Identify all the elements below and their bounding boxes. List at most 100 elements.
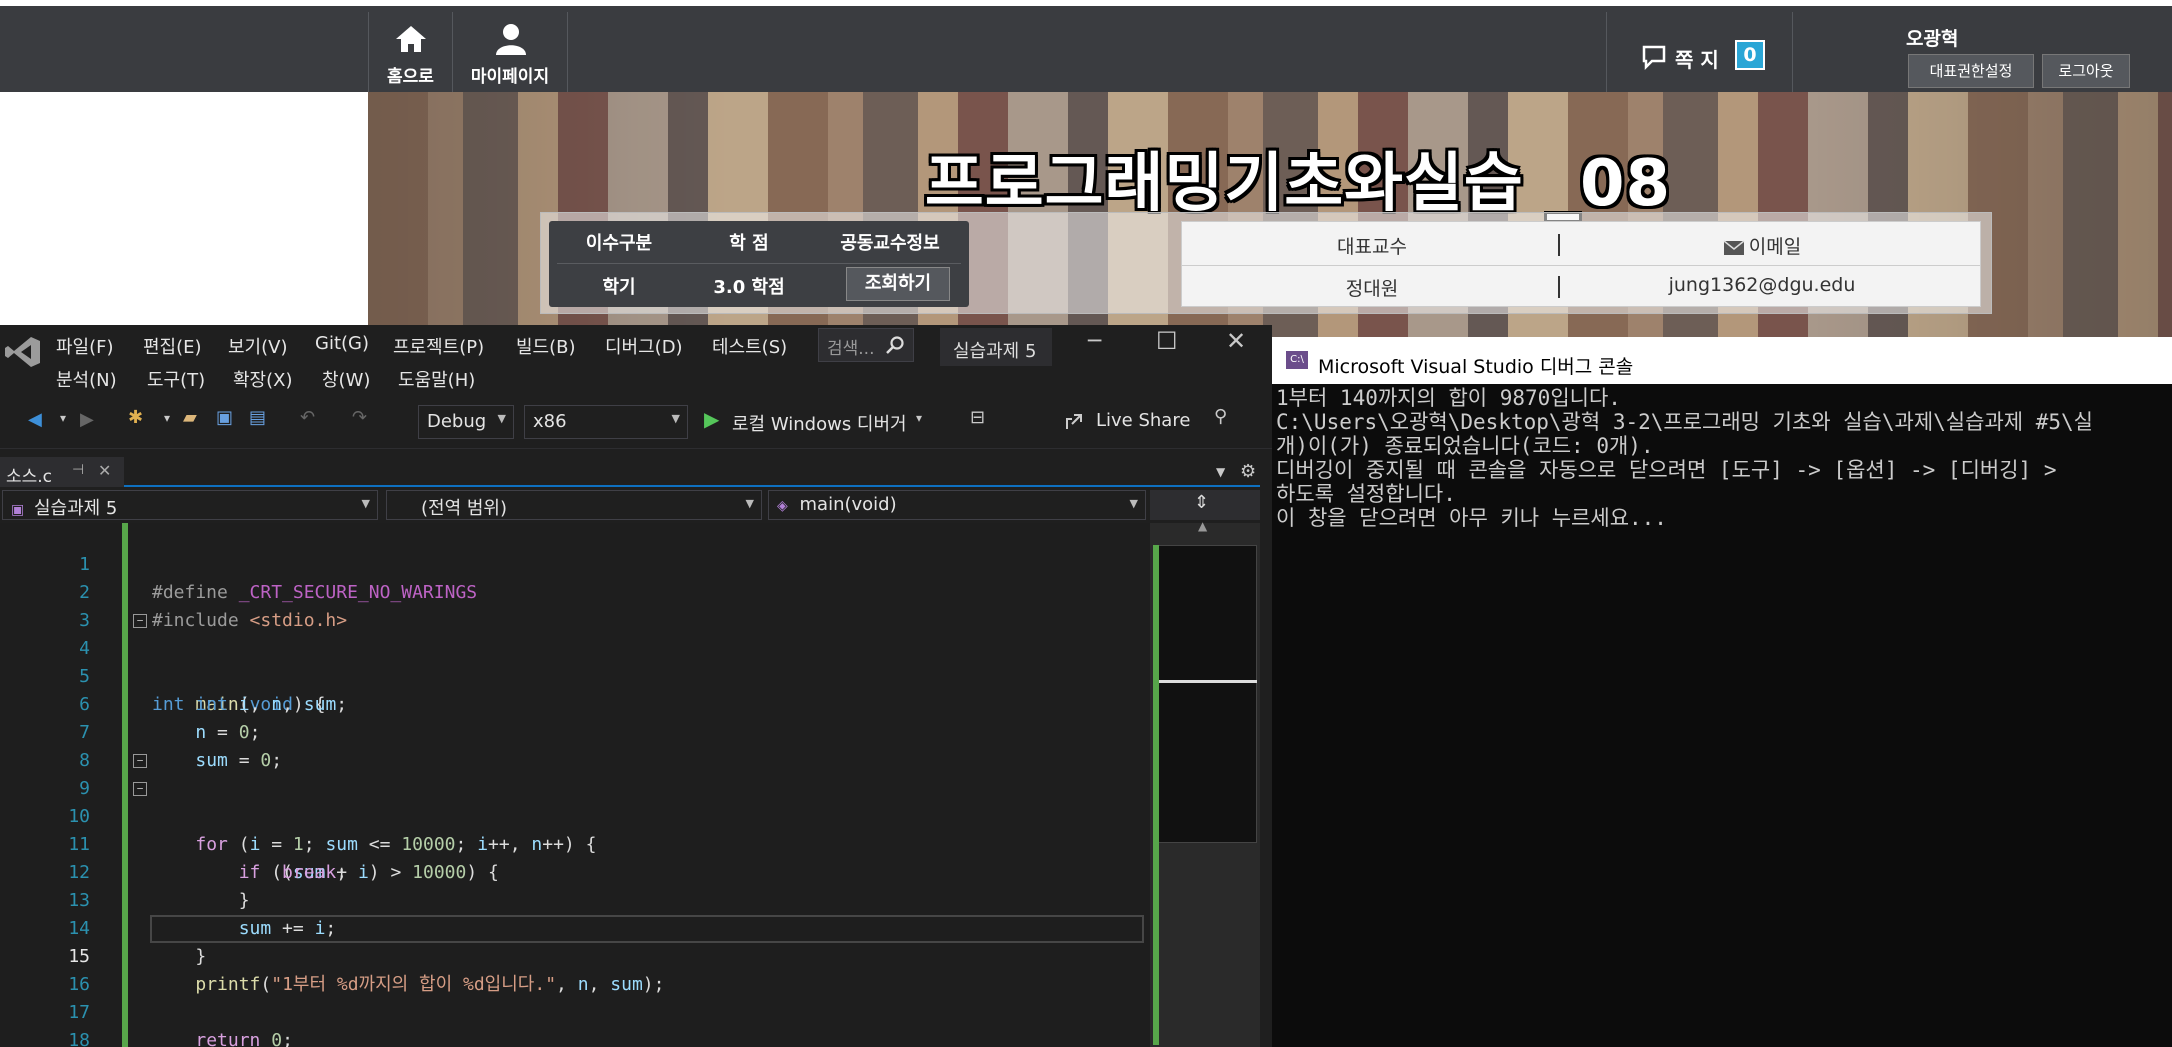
menu-tools[interactable]: 도구(T) — [147, 366, 205, 392]
menu-help[interactable]: 도움말(H) — [398, 366, 475, 392]
scope-nav-value: (전역 범위) — [421, 498, 508, 519]
solution-name: 실습과제 5 — [953, 341, 1037, 362]
member-navigation-select[interactable]: ◈ main(void) ▼ — [768, 490, 1146, 520]
console-title-bar: C:\ Microsoft Visual Studio 디버그 콘솔 — [1272, 340, 2172, 384]
code-line: 12 } — [68, 862, 250, 911]
feedback-icon[interactable]: ⚲ — [1214, 406, 1227, 427]
scope-navigation-select[interactable]: (전역 범위) ▼ — [386, 490, 762, 520]
project-nav-value: 실습과제 5 — [33, 498, 118, 519]
scroll-up-icon[interactable]: ▲ — [1198, 519, 1207, 533]
rep-permission-button[interactable]: 대표권한설정 — [1908, 54, 2034, 88]
run-dropdown-icon[interactable]: ▾ — [916, 411, 922, 425]
device-icon[interactable]: ⊟ — [970, 407, 985, 428]
home-label: 홈으로 — [387, 67, 434, 87]
code-line: 10 − if ((sum + i) > 10000) { — [68, 782, 499, 883]
code-line: 14 } — [68, 918, 207, 967]
collapse-icon[interactable]: − — [133, 754, 147, 768]
undo-icon[interactable]: ↶ — [300, 407, 315, 428]
live-share-button[interactable]: Live Share — [1096, 410, 1190, 431]
mypage-button[interactable]: 마이페이지 — [452, 12, 568, 98]
new-item-icon[interactable]: ✱ — [128, 407, 143, 428]
message-count-badge: 0 — [1735, 40, 1765, 70]
document-tab-strip: 소스.c ⊣ ✕ ▼ ⚙ — [0, 457, 1260, 487]
debug-console-window: C:\ Microsoft Visual Studio 디버그 콘솔 1부터 1… — [1272, 340, 2172, 1047]
email-header: 이메일 — [1562, 232, 1962, 259]
code-line: 9 − for (i = 1; sum <= 10000; i++, n++) … — [79, 754, 597, 855]
save-icon[interactable]: ▣ — [216, 407, 233, 428]
menu-file[interactable]: 파일(F) — [56, 333, 114, 359]
tab-list-dropdown-icon[interactable]: ▼ — [1216, 465, 1225, 479]
co-professor-header: 공동교수정보 — [840, 233, 940, 254]
home-button[interactable]: 홈으로 — [368, 12, 452, 98]
console-title: Microsoft Visual Studio 디버그 콘솔 — [1318, 356, 1634, 378]
code-line: 19 — [0, 1027, 1150, 1047]
new-item-dropdown-icon[interactable]: ▾ — [164, 411, 170, 425]
search-icon — [886, 336, 904, 354]
search-box[interactable]: 검색... — [818, 328, 914, 362]
professor-name: 정대원 — [1345, 278, 1399, 300]
maximize-button[interactable]: ☐ — [1156, 327, 1178, 355]
menu-view[interactable]: 보기(V) — [228, 333, 287, 359]
toolbar: ◀ ▾ ▶ ✱ ▾ ▰ ▣ ▤ ↶ ↷ Debug ▼ x86 ▼ ▶ 로컬 Win… — [0, 397, 1272, 449]
code-editor[interactable]: 1 #define _CRT_SECURE_NO_WARINGS 2 #incl… — [0, 523, 1150, 1047]
user-name: 오광혁 — [1906, 28, 1959, 50]
course-info-panel: 이수구분 학 점 공동교수정보 학기 3.0 학점 조회하기 대표교수 이메일 … — [540, 212, 1992, 314]
tab-source-file[interactable]: 소스.c ⊣ ✕ — [0, 457, 124, 487]
menu-extensions[interactable]: 확장(X) — [233, 366, 293, 392]
tab-label: 소스.c — [6, 467, 53, 487]
minimize-button[interactable]: ─ — [1088, 329, 1101, 354]
mypage-label: 마이페이지 — [470, 67, 550, 87]
back-dropdown-icon[interactable]: ▾ — [60, 411, 66, 425]
code-line: 3 — [79, 610, 90, 631]
menu-analyze[interactable]: 분석(N) — [56, 366, 117, 392]
code-line: 8 — [79, 750, 90, 771]
close-tab-icon[interactable]: ✕ — [98, 461, 111, 480]
console-output-line: 이 창을 닫으려면 아무 키나 누르세요... — [1276, 506, 1667, 530]
messages-button[interactable]: 쪽 지 0 — [1606, 12, 1793, 98]
credit-value: 3.0 학점 — [713, 277, 785, 298]
share-icon — [1066, 414, 1082, 429]
collapse-icon[interactable]: − — [133, 614, 147, 628]
start-debug-label[interactable]: 로컬 Windows 디버거 — [732, 410, 907, 436]
logout-button[interactable]: 로그아웃 — [2042, 54, 2130, 88]
minimap-position-marker — [1153, 680, 1257, 683]
menu-window[interactable]: 창(W) — [322, 366, 370, 392]
console-output-line: C:\Users\오광혁\Desktop\광혁 3-2\프로그래밍 기초와 실습… — [1276, 410, 2093, 434]
save-all-icon[interactable]: ▤ — [249, 407, 266, 428]
course-title: 프로그래밍기초와실습 _08 — [924, 147, 1672, 221]
back-icon[interactable]: ◀ — [28, 409, 42, 430]
code-line: 17 return 0; — [68, 1002, 293, 1047]
user-icon — [496, 24, 526, 55]
project-icon: ▣ — [11, 502, 25, 518]
forward-icon[interactable]: ▶ — [80, 409, 94, 430]
close-window-button[interactable]: ✕ — [1226, 327, 1246, 355]
console-output-line: 1부터 140까지의 합이 9870입니다. — [1276, 386, 1621, 410]
config-select[interactable]: Debug ▼ — [418, 405, 514, 439]
lookup-button[interactable]: 조회하기 — [846, 267, 950, 301]
split-editor-button[interactable]: ⇕ — [1150, 490, 1260, 520]
menu-test[interactable]: 테스트(S) — [712, 333, 787, 359]
redo-icon[interactable]: ↷ — [352, 407, 367, 428]
project-navigation-select[interactable]: ▣ 실습과제 5 ▼ — [2, 490, 378, 520]
code-line: 5 int i, n, sum; — [79, 666, 348, 715]
minimap-scrollbar[interactable]: ▲ — [1150, 519, 1260, 1047]
course-summary-table: 이수구분 학 점 공동교수정보 학기 3.0 학점 조회하기 — [549, 221, 969, 307]
console-output-line: 하도록 설정합니다. — [1276, 482, 1456, 506]
start-debug-icon[interactable]: ▶ — [704, 407, 719, 431]
professor-header: 대표교수 — [1337, 236, 1407, 258]
professor-email[interactable]: jung1362@dgu.edu — [1562, 274, 1962, 296]
pin-icon[interactable]: ⊣ — [72, 462, 84, 478]
minimap-change-bar — [1153, 545, 1159, 1045]
open-folder-icon[interactable]: ▰ — [183, 407, 197, 428]
platform-select[interactable]: x86 ▼ — [524, 405, 688, 439]
message-icon — [1642, 45, 1666, 70]
member-nav-value: main(void) — [799, 494, 897, 515]
menu-edit[interactable]: 편집(E) — [143, 333, 202, 359]
menu-git[interactable]: Git(G) — [315, 333, 369, 354]
settings-gear-icon[interactable]: ⚙ — [1240, 461, 1256, 482]
menu-build[interactable]: 빌드(B) — [516, 333, 576, 359]
menu-debug[interactable]: 디버그(D) — [605, 333, 683, 359]
minimap-viewport[interactable] — [1153, 545, 1257, 843]
collapse-icon[interactable]: − — [133, 782, 147, 796]
menu-project[interactable]: 프로젝트(P) — [393, 333, 484, 359]
